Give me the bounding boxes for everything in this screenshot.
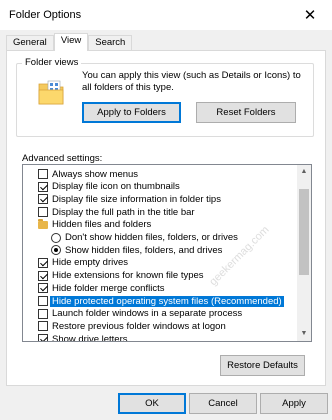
tree-row[interactable]: Hide protected operating system files (R… <box>38 294 285 308</box>
tab-general[interactable]: General <box>6 35 54 50</box>
tree-row[interactable]: Don't show hidden files, folders, or dri… <box>51 232 238 244</box>
tree-row-label: Launch folder windows in a separate proc… <box>52 308 243 320</box>
folder-options-dialog: Folder Options ✕ General View Search Fol… <box>0 0 332 420</box>
scroll-down-icon[interactable]: ▼ <box>297 327 311 341</box>
tree-row[interactable]: Display file size information in folder … <box>38 193 221 205</box>
checkbox[interactable] <box>38 257 48 268</box>
radio-button[interactable] <box>51 245 61 256</box>
folder-views-icon <box>38 80 64 105</box>
folder-views-description: You can apply this view (such as Details… <box>82 70 301 93</box>
checkbox[interactable] <box>38 169 48 179</box>
close-icon[interactable]: ✕ <box>288 0 332 30</box>
checkbox[interactable] <box>38 270 48 281</box>
tree-row-label: Restore previous folder windows at logon <box>52 320 226 332</box>
tree-row[interactable]: Display file icon on thumbnails <box>38 181 180 193</box>
tree-row-label: Hide protected operating system files (R… <box>49 294 285 308</box>
tree-row-label: Display the full path in the title bar <box>52 206 195 218</box>
tree-row[interactable]: Hide empty drives <box>38 257 128 269</box>
tab-strip: General View Search <box>6 33 133 51</box>
tree-row-label: Show drive letters <box>52 333 128 342</box>
apply-to-folders-button[interactable]: Apply to Folders <box>82 102 181 123</box>
checkbox[interactable] <box>38 296 48 306</box>
radio-button[interactable] <box>51 232 61 243</box>
tree-row-label: Hide empty drives <box>52 257 129 269</box>
tree-row[interactable]: Hide folder merge conflicts <box>38 282 164 294</box>
apply-button[interactable]: Apply <box>260 393 328 414</box>
tab-view[interactable]: View <box>53 33 89 51</box>
tree-row[interactable]: Restore previous folder windows at logon <box>38 320 226 332</box>
tree-row-label: Hide folder merge conflicts <box>52 282 165 294</box>
tree-row-label: Show hidden files, folders, and drives <box>65 244 223 256</box>
tree-row-label: Don't show hidden files, folders, or dri… <box>65 232 238 243</box>
tree-row-label: Display file size information in folder … <box>52 193 221 205</box>
tree-row-label: Always show menus <box>52 168 139 180</box>
window-title: Folder Options <box>9 9 82 21</box>
restore-defaults-button[interactable]: Restore Defaults <box>220 355 305 376</box>
checkbox[interactable] <box>38 334 48 341</box>
advanced-settings-tree[interactable]: Always show menus Display file icon on th… <box>22 164 312 342</box>
tab-search[interactable]: Search <box>88 35 133 50</box>
tree-row[interactable]: Hidden files and folders <box>38 219 151 231</box>
folder-icon <box>38 219 48 230</box>
tree-row[interactable]: Launch folder windows in a separate proc… <box>38 308 242 320</box>
tree-row[interactable]: Hide extensions for known file types <box>38 270 204 282</box>
tree-row[interactable]: Always show menus <box>38 168 138 180</box>
tree-row[interactable]: Show hidden files, folders, and drives <box>51 244 222 256</box>
scroll-thumb[interactable] <box>299 189 309 275</box>
tree-row[interactable]: Show drive letters <box>38 333 128 342</box>
checkbox[interactable] <box>38 207 48 218</box>
checkbox[interactable] <box>38 308 48 319</box>
ok-button[interactable]: OK <box>118 393 186 414</box>
tree-row-label: Hidden files and folders <box>52 219 152 231</box>
checkbox[interactable] <box>38 194 48 205</box>
reset-folders-button[interactable]: Reset Folders <box>196 102 296 123</box>
title-bar: Folder Options ✕ <box>0 0 332 30</box>
tree-row[interactable]: Display the full path in the title bar <box>38 206 195 218</box>
cancel-button[interactable]: Cancel <box>189 393 257 414</box>
folder-views-label: Folder views <box>22 57 82 69</box>
scroll-up-icon[interactable]: ▲ <box>297 165 311 179</box>
advanced-settings-label: Advanced settings: <box>22 153 103 164</box>
checkbox[interactable] <box>38 321 48 332</box>
checkbox[interactable] <box>38 283 48 294</box>
checkbox[interactable] <box>38 181 48 192</box>
vertical-scrollbar[interactable]: ▲ ▼ <box>297 165 311 341</box>
tree-row-label: Hide extensions for known file types <box>52 270 204 282</box>
tree-row-label: Display file icon on thumbnails <box>52 181 180 193</box>
